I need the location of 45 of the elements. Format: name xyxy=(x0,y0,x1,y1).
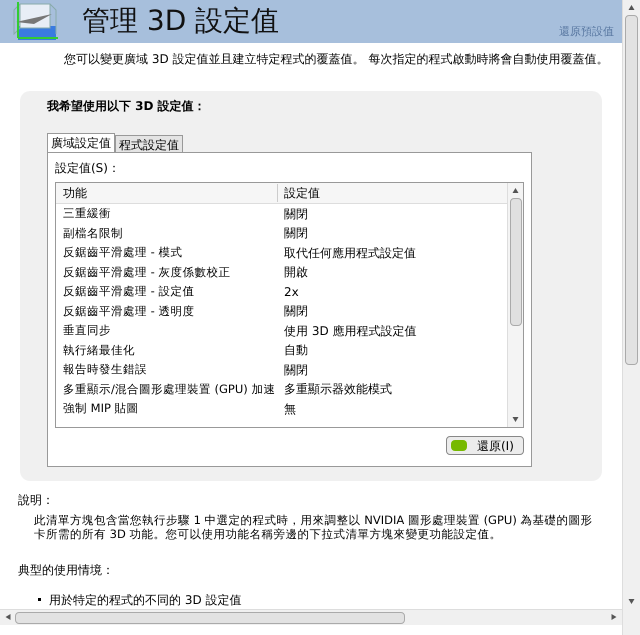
value-cell[interactable]: 開啟 xyxy=(278,263,308,282)
value-cell[interactable]: 關閉 xyxy=(278,360,308,379)
value-cell[interactable]: 取代任何應用程式設定值 xyxy=(278,244,416,262)
settings-label: 設定值(S)： xyxy=(55,160,121,177)
arrow-right-icon[interactable] xyxy=(611,614,618,621)
column-header[interactable]: 設定值 xyxy=(278,184,320,202)
intro-text: 您可以變更廣域 3D 設定值並且建立特定程式的覆蓋值。 每次指定的程式啟動時將會自動使用覆蓋值。 xyxy=(64,52,608,66)
tab[interactable]: 程式設定值 xyxy=(115,135,183,152)
panel-heading: 我希望使用以下 3D 設定值： xyxy=(47,98,207,115)
feature-cell-text: 強制 MIP 貼圖 xyxy=(62,400,140,418)
horizontal-scrollbar[interactable] xyxy=(0,609,622,625)
feature-cell-text: 反鋸齒平滑處理 - 灰度係數校正 xyxy=(62,264,232,281)
usage-item: 用於特定的程式的不同的 3D 設定值 xyxy=(49,592,242,609)
feature-cell-text: 副檔名限制 xyxy=(62,224,124,242)
feature-cell-text: 執行緒最佳化 xyxy=(62,342,136,359)
value-cell[interactable]: 關閉 xyxy=(278,204,308,223)
feature-cell-text: 多重顯示/混合圖形處理裝置 (GPU) 加速 xyxy=(62,380,276,398)
feature-cell-text: 垂直同步 xyxy=(62,322,112,340)
feature-cell-text: 三重緩衝 xyxy=(62,205,112,222)
column-header[interactable]: 功能 xyxy=(56,184,278,202)
arrow-down-icon[interactable] xyxy=(628,598,635,605)
arrow-up-icon[interactable] xyxy=(512,187,519,194)
bullet-icon xyxy=(38,598,41,601)
restore-button[interactable]: 還原(I) xyxy=(446,436,524,455)
value-cell[interactable]: 關閉 xyxy=(278,224,308,242)
value-cell[interactable]: 無 xyxy=(278,400,296,418)
arrow-left-icon[interactable] xyxy=(4,614,11,621)
arrow-up-icon[interactable] xyxy=(628,4,635,11)
vertical-scrollbar[interactable] xyxy=(622,0,640,635)
value-cell[interactable]: 關閉 xyxy=(278,302,308,320)
value-cell[interactable]: 多重顯示器效能模式 xyxy=(278,380,392,398)
description-label: 說明： xyxy=(18,492,55,509)
value-cell[interactable]: 自動 xyxy=(278,341,308,360)
tab[interactable]: 廣域設定值 xyxy=(47,133,115,152)
arrow-down-icon[interactable] xyxy=(512,416,519,423)
list-scrollbar[interactable] xyxy=(507,183,523,427)
value-cell[interactable]: 2x xyxy=(278,282,299,301)
feature-cell-text: 反鋸齒平滑處理 - 透明度 xyxy=(62,302,196,320)
feature-cell-text: 反鋸齒平滑處理 - 設定值 xyxy=(62,283,196,300)
description-text: 此清單方塊包含當您執行步驟 1 中選定的程式時，用來調整以 NVIDIA 圖形處理裝置 (GPU) 為基礎的圖形卡所需的所有 3D 功能。您可以使用功能名稱旁邊的下拉式清單方塊來變更功能設定值。 xyxy=(33,513,594,541)
value-cell[interactable]: 使用 3D 應用程式設定值 xyxy=(278,322,417,340)
feature-cell-text: 反鋸齒平滑處理 - 模式 xyxy=(62,244,184,262)
page-title: 管理 3D 設定值 xyxy=(82,3,280,40)
feature-cell-text: 報告時發生錯誤 xyxy=(62,361,148,378)
usage-label: 典型的使用情境： xyxy=(18,562,115,579)
